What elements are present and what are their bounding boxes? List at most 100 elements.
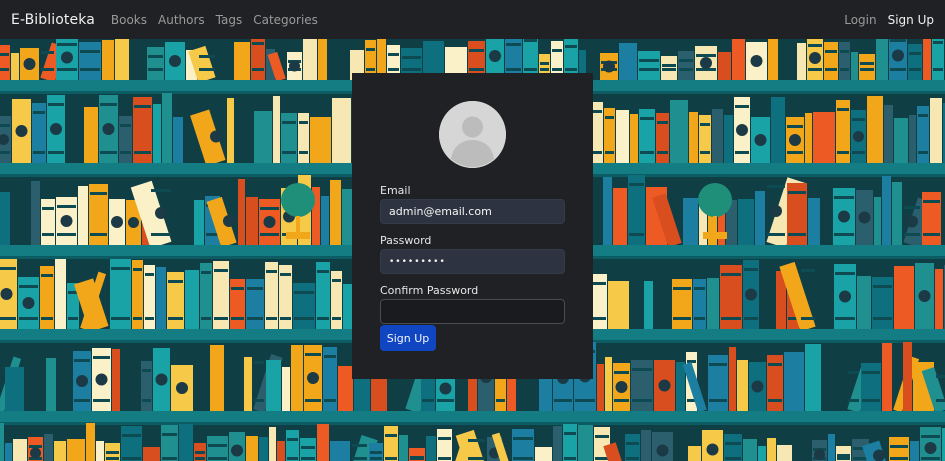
- book-band: [933, 68, 943, 71]
- book-spine: [330, 180, 341, 245]
- book-band: [324, 355, 336, 358]
- book-band: [266, 270, 277, 273]
- book-band: [860, 62, 874, 65]
- book-band: [68, 317, 78, 320]
- book-spine: [909, 115, 916, 163]
- book-band: [808, 44, 822, 47]
- book-band: [33, 151, 45, 154]
- book-band: [524, 39, 537, 42]
- book-emblem: [615, 381, 628, 393]
- book-emblem: [76, 375, 88, 387]
- nav-link-login[interactable]: Login: [844, 13, 876, 27]
- book-band: [93, 399, 110, 402]
- book-emblem: [770, 205, 782, 217]
- book-band: [48, 151, 64, 154]
- email-field[interactable]: admin@email.com: [380, 199, 565, 224]
- book-emblem: [892, 49, 904, 62]
- book-band: [904, 233, 920, 236]
- book-band: [657, 121, 668, 124]
- book-band: [629, 183, 644, 186]
- nav-link-signup[interactable]: Sign Up: [888, 13, 934, 27]
- brand-link[interactable]: E-Biblioteka: [11, 12, 95, 28]
- book-band: [840, 50, 849, 53]
- email-label: Email: [380, 184, 411, 197]
- book-band: [332, 317, 341, 320]
- book-emblem: [789, 134, 801, 146]
- book-spine: [861, 363, 881, 411]
- book-spine: [317, 424, 329, 461]
- book-emblem: [15, 125, 28, 137]
- book-band: [788, 191, 806, 194]
- book-spine: [303, 39, 317, 80]
- book-emblem: [155, 207, 167, 219]
- nav-link-tags[interactable]: Tags: [216, 13, 243, 27]
- book-band: [679, 68, 693, 71]
- book-spine: [5, 367, 24, 411]
- navbar: E-Biblioteka Books Authors Tags Categori…: [0, 0, 945, 39]
- book-spine: [162, 93, 172, 163]
- book-band: [848, 399, 859, 402]
- book-emblem: [809, 52, 821, 64]
- book-band: [41, 317, 53, 320]
- book-emblem: [169, 55, 181, 67]
- nav-link-categories[interactable]: Categories: [253, 13, 318, 27]
- book-band: [721, 317, 741, 320]
- book-spine: [246, 436, 258, 461]
- book-band: [552, 49, 562, 52]
- book-spine: [437, 429, 452, 461]
- book-spine: [281, 113, 297, 163]
- book-band: [0, 267, 16, 270]
- book-band: [837, 108, 849, 111]
- confirm-password-field[interactable]: [380, 299, 565, 324]
- book-band: [640, 117, 654, 120]
- book-band: [260, 233, 279, 236]
- book-band: [252, 42, 264, 45]
- book-band: [305, 353, 321, 356]
- book-spine: [641, 430, 651, 461]
- book-band: [282, 151, 296, 154]
- book-band: [852, 118, 865, 121]
- book-band: [168, 317, 183, 320]
- book-band: [767, 185, 785, 188]
- book-band: [231, 287, 244, 290]
- book-spine: [851, 52, 858, 80]
- book-spine: [894, 118, 908, 163]
- book-band: [388, 68, 399, 71]
- book-band: [402, 56, 421, 59]
- nav-right: Login Sign Up: [833, 13, 934, 27]
- book-band: [673, 317, 691, 320]
- book-band: [632, 368, 652, 371]
- book-spine: [732, 39, 745, 80]
- book-band: [592, 282, 606, 285]
- book-band: [41, 274, 53, 277]
- book-band: [100, 151, 117, 154]
- book-band: [673, 287, 691, 290]
- book-spine: [712, 109, 723, 163]
- book-spine: [121, 426, 142, 461]
- book-band: [614, 371, 629, 374]
- book-spine: [79, 42, 101, 80]
- book-band: [301, 446, 315, 449]
- book-band: [564, 432, 576, 435]
- book-band: [909, 68, 921, 71]
- book-emblem: [50, 123, 62, 135]
- book-band: [632, 399, 652, 402]
- signup-button[interactable]: Sign Up: [380, 325, 436, 351]
- book-band: [468, 457, 485, 460]
- book-emblem: [22, 297, 35, 309]
- password-field[interactable]: •••••••••: [380, 249, 565, 274]
- book-band: [145, 273, 154, 276]
- book-emblem: [23, 58, 36, 70]
- book-spine: [0, 192, 10, 245]
- email-field-value: admin@email.com: [389, 205, 492, 218]
- book-band: [468, 439, 485, 442]
- book-band: [57, 43, 77, 46]
- book-spine: [112, 349, 120, 411]
- book-band: [317, 270, 329, 273]
- nav-link-books[interactable]: Books: [111, 13, 147, 27]
- nav-link-authors[interactable]: Authors: [158, 13, 205, 27]
- book-band: [565, 68, 577, 71]
- book-spine: [828, 434, 835, 461]
- book-emblem: [873, 449, 885, 461]
- book-band: [700, 123, 710, 126]
